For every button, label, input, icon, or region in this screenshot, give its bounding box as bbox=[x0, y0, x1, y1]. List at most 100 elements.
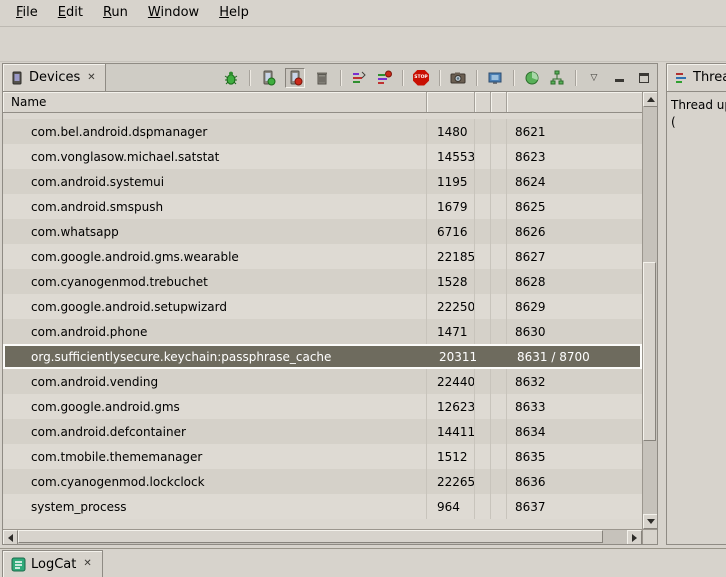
horizontal-scrollbar[interactable] bbox=[3, 530, 642, 544]
cell-pid: 1480 bbox=[427, 119, 475, 144]
cell-col4 bbox=[491, 269, 507, 294]
scroll-left-button[interactable] bbox=[3, 530, 18, 544]
hierarchy-icon bbox=[549, 70, 565, 86]
menu-item-help[interactable]: Help bbox=[209, 0, 259, 26]
table-row[interactable]: com.google.android.gms.wearable 22185 86… bbox=[3, 244, 642, 269]
table-row[interactable]: com.android.phone 1471 8630 bbox=[3, 319, 642, 344]
menu-item-edit[interactable]: Edit bbox=[48, 0, 93, 26]
cell-col3 bbox=[475, 444, 491, 469]
column-header-name[interactable]: Name bbox=[3, 92, 427, 112]
cell-name: com.cyanogenmod.trebuchet bbox=[3, 269, 427, 294]
horizontal-scroll-thumb[interactable] bbox=[18, 530, 603, 543]
table-row[interactable]: com.android.vending 22440 8632 bbox=[3, 369, 642, 394]
view-menu-button[interactable]: ▽ bbox=[586, 70, 602, 86]
threads-message: Thread up ( bbox=[667, 92, 726, 136]
threads-panel: Threa Thread up ( bbox=[666, 63, 726, 545]
table-row[interactable]: com.android.smspush 1679 8625 bbox=[3, 194, 642, 219]
cell-col3 bbox=[475, 219, 491, 244]
table-row[interactable]: com.whatsapp 6716 8626 bbox=[3, 219, 642, 244]
hierarchy-view-button[interactable] bbox=[549, 70, 565, 86]
cell-port: 8636 bbox=[507, 469, 642, 494]
vertical-scroll-track[interactable] bbox=[643, 107, 657, 514]
table-row[interactable]: com.cyanogenmod.lockclock 22265 8636 bbox=[3, 469, 642, 494]
cell-col4 bbox=[491, 219, 507, 244]
column-header-3[interactable] bbox=[475, 92, 491, 112]
tab-devices[interactable]: Devices ✕ bbox=[3, 64, 106, 91]
scroll-right-button[interactable] bbox=[627, 530, 642, 544]
update-heap-button[interactable] bbox=[260, 70, 276, 86]
debug-bug-icon bbox=[223, 70, 239, 86]
maximize-view-button[interactable] bbox=[636, 70, 652, 86]
table-row[interactable]: com.google.android.setupwizard 22250 862… bbox=[3, 294, 642, 319]
cell-name: com.google.android.gms bbox=[3, 394, 427, 419]
cell-port: 8621 bbox=[507, 119, 642, 144]
cell-col4 bbox=[491, 319, 507, 344]
cell-name: com.android.defcontainer bbox=[3, 419, 427, 444]
menu-item-window[interactable]: Window bbox=[138, 0, 209, 26]
device-table: Name com.bel.android.dspmanager 1480 862… bbox=[3, 92, 657, 544]
minimize-view-button[interactable] bbox=[611, 70, 627, 86]
trash-icon bbox=[314, 70, 330, 86]
update-threads-button[interactable] bbox=[351, 70, 367, 86]
cell-col4 bbox=[491, 369, 507, 394]
table-row[interactable]: com.tmobile.thememanager 1512 8635 bbox=[3, 444, 642, 469]
column-header-port[interactable] bbox=[507, 92, 642, 112]
cell-pid: 1512 bbox=[427, 444, 475, 469]
cell-pid: 12623 bbox=[427, 394, 475, 419]
capture-sysinfo-button[interactable] bbox=[524, 70, 540, 86]
stop-process-button[interactable]: STOP bbox=[413, 70, 429, 86]
scroll-down-button[interactable] bbox=[643, 514, 657, 529]
debug-attach-button[interactable] bbox=[223, 70, 239, 86]
table-row[interactable]: com.bel.android.dspmanager 1480 8621 bbox=[3, 119, 642, 144]
cell-col4 bbox=[491, 144, 507, 169]
table-row[interactable]: com.cyanogenmod.trebuchet 1528 8628 bbox=[3, 269, 642, 294]
cell-col3 bbox=[475, 194, 491, 219]
vertical-scroll-thumb[interactable] bbox=[643, 262, 656, 441]
toolbar-separator bbox=[476, 70, 477, 86]
tab-logcat[interactable]: LogCat ✕ bbox=[2, 550, 103, 577]
cell-col4 bbox=[491, 419, 507, 444]
menu-item-file[interactable]: File bbox=[6, 0, 48, 26]
device-icon bbox=[10, 71, 24, 85]
threads-message-line2: ( bbox=[671, 114, 722, 131]
threads-message-line1: Thread up bbox=[671, 97, 722, 114]
menu-item-run[interactable]: Run bbox=[93, 0, 138, 26]
screen-record-button[interactable] bbox=[487, 70, 503, 86]
cell-col3 bbox=[475, 494, 491, 519]
cell-col3 bbox=[475, 469, 491, 494]
column-header-pid[interactable] bbox=[427, 92, 475, 112]
cell-port: 8627 bbox=[507, 244, 642, 269]
cell-name: com.android.smspush bbox=[3, 194, 427, 219]
table-row[interactable]: com.android.systemui 1195 8624 bbox=[3, 169, 642, 194]
table-row[interactable]: com.vonglasow.michael.satstat 14553 8623 bbox=[3, 144, 642, 169]
tab-logcat-label: LogCat bbox=[31, 557, 76, 572]
table-row[interactable]: com.google.android.gms 12623 8633 bbox=[3, 394, 642, 419]
tab-threads[interactable]: Threa bbox=[667, 64, 726, 91]
stop-icon: STOP bbox=[413, 70, 429, 86]
column-header-4[interactable] bbox=[491, 92, 507, 112]
close-icon[interactable]: ✕ bbox=[81, 558, 93, 570]
cell-name: com.android.phone bbox=[3, 319, 427, 344]
cause-gc-button[interactable] bbox=[314, 70, 330, 86]
scroll-up-button[interactable] bbox=[643, 92, 657, 107]
cell-pid: 6716 bbox=[427, 219, 475, 244]
method-profiling-button[interactable] bbox=[376, 70, 392, 86]
tab-devices-label: Devices bbox=[29, 70, 80, 85]
vertical-scrollbar[interactable] bbox=[642, 92, 657, 529]
cell-port: 8634 bbox=[507, 419, 642, 444]
table-row[interactable]: org.sufficientlysecure.keychain:passphra… bbox=[3, 344, 642, 369]
table-row[interactable]: com.android.defcontainer 14411 8634 bbox=[3, 419, 642, 444]
cell-pid: 1528 bbox=[427, 269, 475, 294]
cell-col4 bbox=[491, 394, 507, 419]
dump-hprof-button[interactable] bbox=[285, 68, 305, 88]
close-icon[interactable]: ✕ bbox=[85, 72, 97, 84]
screen-capture-button[interactable] bbox=[450, 70, 466, 86]
horizontal-scroll-track[interactable] bbox=[18, 530, 627, 544]
cell-col3 bbox=[475, 319, 491, 344]
left-arrow-icon bbox=[8, 534, 13, 542]
table-row[interactable]: system_process 964 8637 bbox=[3, 494, 642, 519]
cell-pid: 20311 bbox=[429, 346, 477, 367]
cell-pid: 14411 bbox=[427, 419, 475, 444]
devices-tabbar: Devices ✕ bbox=[3, 64, 657, 92]
bottom-tabbar: LogCat ✕ bbox=[0, 548, 726, 577]
